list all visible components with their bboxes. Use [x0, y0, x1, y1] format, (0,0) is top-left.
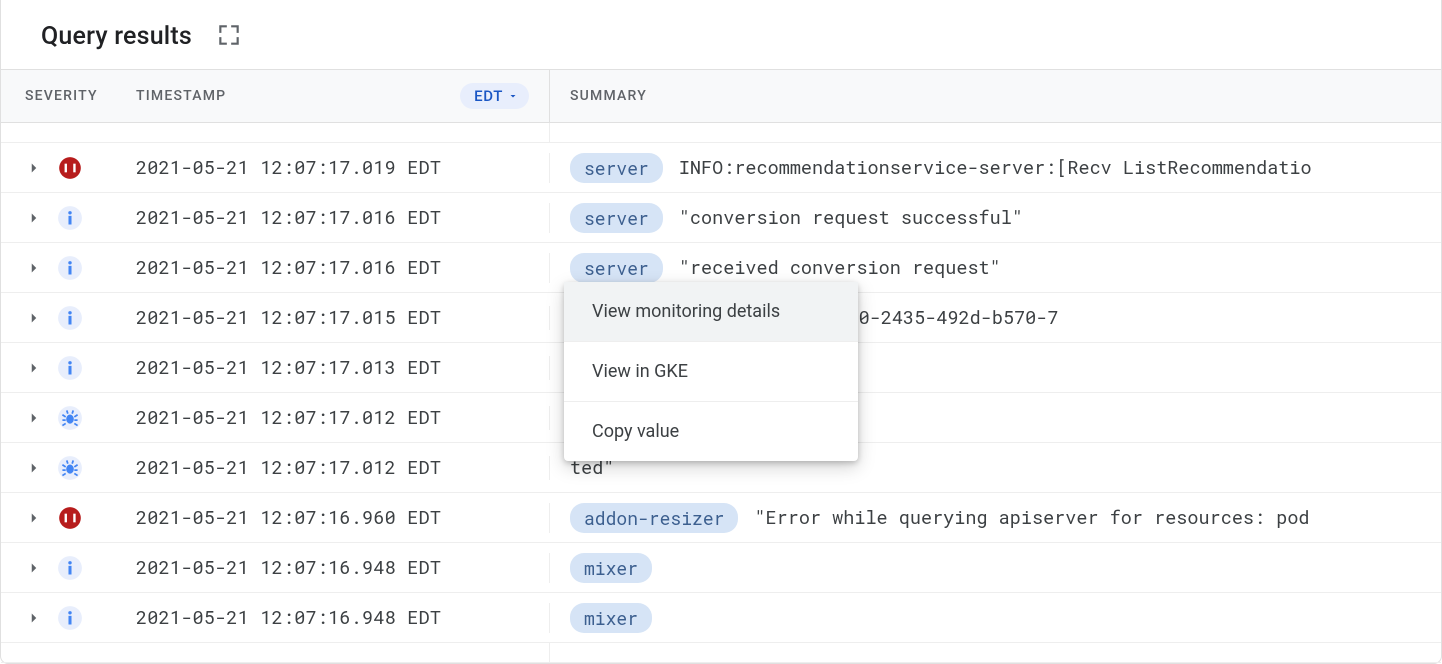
expand-row-chevron[interactable]: [25, 409, 43, 427]
timestamp-cell: 2021-05-21 12:07:17.015 EDT: [116, 306, 549, 330]
menu-item-copy-value[interactable]: Copy value: [564, 402, 858, 461]
col-header-summary[interactable]: SUMMARY: [549, 70, 1441, 122]
chevron-right-icon: [25, 609, 43, 627]
timezone-selector[interactable]: EDT: [460, 83, 529, 109]
severity-info-icon: [57, 305, 83, 331]
severity-debug-icon: [57, 405, 83, 431]
timestamp-cell: 2021-05-21 12:07:17.013 EDT: [116, 356, 549, 380]
log-message: "Error while querying apiserver for reso…: [754, 506, 1309, 530]
expand-row-chevron[interactable]: [25, 309, 43, 327]
expand-row-chevron[interactable]: [25, 209, 43, 227]
table-row[interactable]: 2021-05-21 12:07:16.960 EDTaddon-resizer…: [1, 493, 1441, 543]
severity-info-icon: [57, 205, 83, 231]
partial-row-top: [1, 123, 1441, 143]
severity-info-icon: [57, 555, 83, 581]
log-message: "conversion request successful": [679, 206, 1023, 230]
chevron-right-icon: [25, 309, 43, 327]
timestamp-cell: 2021-05-21 12:07:16.948 EDT: [116, 606, 549, 630]
expand-row-chevron[interactable]: [25, 459, 43, 477]
summary-cell: addon-resizer "Error while querying apise…: [549, 503, 1441, 533]
summary-cell: server INFO:recommendationservice-server:…: [549, 153, 1441, 183]
chevron-right-icon: [25, 209, 43, 227]
summary-cell: server "conversion request successful": [549, 203, 1441, 233]
expand-row-chevron[interactable]: [25, 359, 43, 377]
expand-row-chevron[interactable]: [25, 559, 43, 577]
severity-info-icon: [57, 355, 83, 381]
timestamp-cell: 2021-05-21 12:07:16.948 EDT: [116, 556, 549, 580]
resource-chip[interactable]: server: [570, 153, 663, 183]
table-row[interactable]: 2021-05-21 12:07:17.019 EDT server INFO:re…: [1, 143, 1441, 193]
table-header: SEVERITY TIMESTAMP EDT SUMMARY: [1, 69, 1441, 123]
menu-item-view-in-gke[interactable]: View in GKE: [564, 342, 858, 402]
summary-cell: server "received conversion request": [549, 253, 1441, 283]
resource-chip[interactable]: addon-resizer: [570, 503, 738, 533]
table-row[interactable]: 2021-05-21 12:07:16.948 EDT mixer: [1, 593, 1441, 643]
expand-row-chevron[interactable]: [25, 609, 43, 627]
expand-row-chevron[interactable]: [25, 259, 43, 277]
partial-row-bottom: [1, 643, 1441, 663]
summary-cell: mixer: [549, 553, 1441, 583]
query-results-panel: Query results SEVERITY TIMESTAMP EDT SUM…: [0, 0, 1442, 664]
chevron-right-icon: [25, 159, 43, 177]
log-message: INFO:recommendationservice-server:[Recv …: [679, 156, 1312, 180]
expand-button[interactable]: [212, 18, 246, 55]
severity-info-icon: [57, 255, 83, 281]
menu-item-view-monitoring-details[interactable]: View monitoring details: [564, 282, 858, 342]
context-menu: View monitoring detailsView in GKECopy v…: [564, 282, 858, 461]
timestamp-cell: 2021-05-21 12:07:16.960 EDT: [116, 506, 549, 530]
timestamp-cell: 2021-05-21 12:07:17.016 EDT: [116, 206, 549, 230]
titlebar: Query results: [1, 0, 1441, 69]
timestamp-cell: 2021-05-21 12:07:17.016 EDT: [116, 256, 549, 280]
col-header-severity[interactable]: SEVERITY: [1, 88, 116, 104]
chevron-right-icon: [25, 359, 43, 377]
severity-error-icon: [57, 505, 83, 531]
chevron-right-icon: [25, 509, 43, 527]
log-message: "received conversion request": [679, 256, 1001, 280]
dropdown-icon: [507, 90, 519, 102]
resource-chip[interactable]: mixer: [570, 603, 652, 633]
page-title: Query results: [41, 22, 192, 51]
chevron-right-icon: [25, 459, 43, 477]
summary-cell: mixer: [549, 603, 1441, 633]
timestamp-cell: 2021-05-21 12:07:17.012 EDT: [116, 406, 549, 430]
expand-row-chevron[interactable]: [25, 159, 43, 177]
resource-chip[interactable]: mixer: [570, 553, 652, 583]
table-row[interactable]: 2021-05-21 12:07:16.948 EDT mixer: [1, 543, 1441, 593]
table-row[interactable]: 2021-05-21 12:07:17.016 EDT server "conver…: [1, 193, 1441, 243]
severity-info-icon: [57, 605, 83, 631]
fullscreen-icon: [216, 22, 242, 48]
chevron-right-icon: [25, 259, 43, 277]
expand-row-chevron[interactable]: [25, 509, 43, 527]
chevron-right-icon: [25, 409, 43, 427]
col-header-timestamp[interactable]: TIMESTAMP EDT: [116, 83, 549, 109]
resource-chip[interactable]: server: [570, 203, 663, 233]
resource-chip[interactable]: server: [570, 253, 663, 283]
severity-error-icon: [57, 155, 83, 181]
chevron-right-icon: [25, 559, 43, 577]
timestamp-cell: 2021-05-21 12:07:17.019 EDT: [116, 156, 549, 180]
timestamp-cell: 2021-05-21 12:07:17.012 EDT: [116, 456, 549, 480]
severity-debug-icon: [57, 455, 83, 481]
